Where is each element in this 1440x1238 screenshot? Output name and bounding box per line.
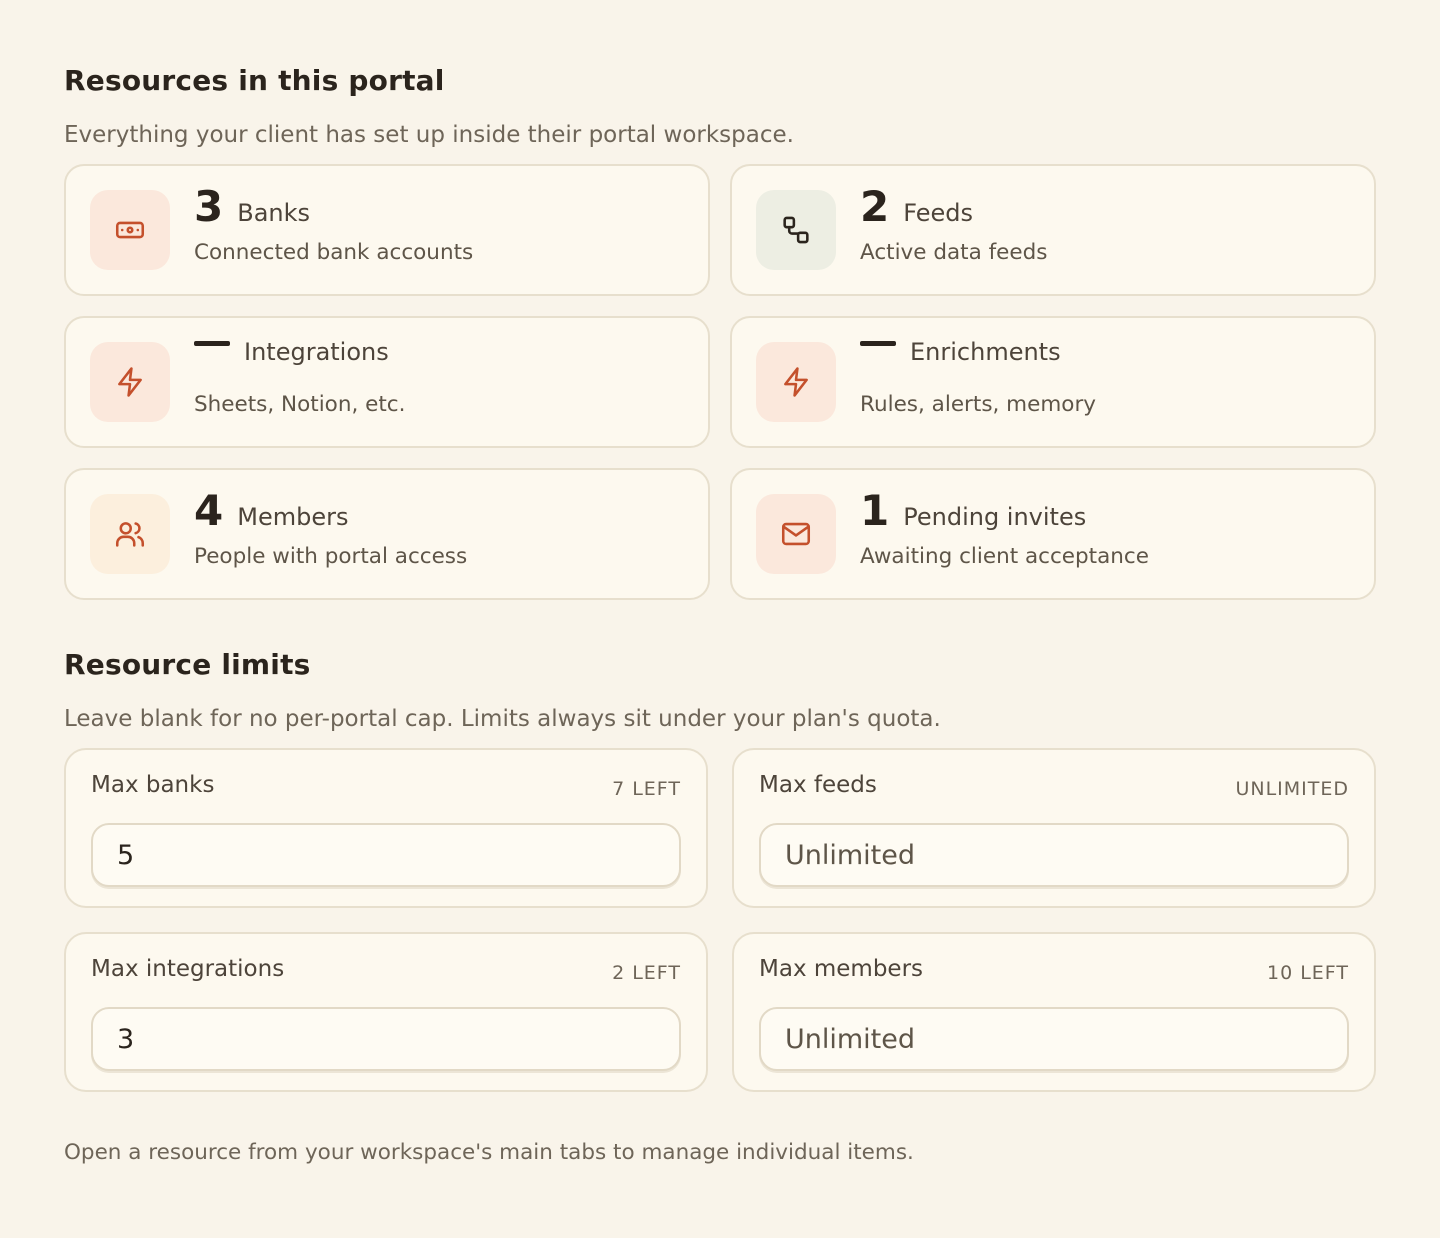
- footer-note: Open a resource from your workspace's ma…: [64, 1140, 914, 1165]
- resource-label: Feeds: [903, 199, 973, 227]
- limits-grid: Max banks 7 LEFT Max feeds UNLIMITED Max…: [64, 748, 1376, 1092]
- resources-grid: 3 Banks Connected bank accounts 2 Feeds …: [64, 164, 1376, 600]
- resource-card-banks: 3 Banks Connected bank accounts: [64, 164, 710, 296]
- limit-label: Max feeds: [759, 772, 877, 798]
- limit-card-integrations: Max integrations 2 LEFT: [64, 932, 708, 1092]
- resource-label: Integrations: [244, 338, 389, 366]
- resource-label: Banks: [237, 199, 311, 227]
- limit-label: Max banks: [91, 772, 215, 798]
- limit-label: Max integrations: [91, 956, 285, 982]
- resource-count: 4: [194, 486, 224, 535]
- max-integrations-input[interactable]: [91, 1007, 681, 1071]
- resource-card-integrations: Integrations Sheets, Notion, etc.: [64, 316, 710, 448]
- limits-title: Resource limits: [64, 648, 311, 681]
- limit-label: Max members: [759, 956, 924, 982]
- resource-label: Members: [237, 503, 349, 531]
- limit-remaining-badge: 10 LEFT: [1266, 962, 1349, 984]
- limit-card-banks: Max banks 7 LEFT: [64, 748, 708, 908]
- max-feeds-input[interactable]: [759, 823, 1349, 887]
- max-banks-input[interactable]: [91, 823, 681, 887]
- resource-count: 1: [860, 486, 890, 535]
- resources-title: Resources in this portal: [64, 64, 445, 97]
- resource-description: Connected bank accounts: [194, 240, 474, 265]
- mail-icon: [756, 494, 836, 574]
- limit-remaining-badge: 2 LEFT: [612, 962, 681, 984]
- zap-icon: [90, 342, 170, 422]
- resource-count: 2: [860, 182, 890, 231]
- resource-description: People with portal access: [194, 544, 468, 569]
- resource-description: Rules, alerts, memory: [860, 392, 1097, 417]
- limit-card-feeds: Max feeds UNLIMITED: [732, 748, 1376, 908]
- empty-count-dash: [194, 341, 230, 346]
- resource-card-members: 4 Members People with portal access: [64, 468, 710, 600]
- workflow-icon: [756, 190, 836, 270]
- limit-remaining-badge: 7 LEFT: [612, 778, 681, 800]
- users-icon: [90, 494, 170, 574]
- empty-count-dash: [860, 341, 896, 346]
- resource-description: Awaiting client acceptance: [860, 544, 1149, 569]
- banknote-icon: [90, 190, 170, 270]
- limit-card-members: Max members 10 LEFT: [732, 932, 1376, 1092]
- max-members-input[interactable]: [759, 1007, 1349, 1071]
- resource-count: 3: [194, 182, 224, 231]
- resource-card-enrichments: Enrichments Rules, alerts, memory: [730, 316, 1376, 448]
- resource-card-feeds: 2 Feeds Active data feeds: [730, 164, 1376, 296]
- resource-label: Enrichments: [910, 338, 1061, 366]
- resource-description: Sheets, Notion, etc.: [194, 392, 406, 417]
- zap-icon: [756, 342, 836, 422]
- limit-remaining-badge: UNLIMITED: [1235, 778, 1349, 800]
- resource-label: Pending invites: [903, 503, 1087, 531]
- resources-subtitle: Everything your client has set up inside…: [64, 122, 794, 148]
- resource-description: Active data feeds: [860, 240, 1048, 265]
- resource-card-pending-invites: 1 Pending invites Awaiting client accept…: [730, 468, 1376, 600]
- limits-subtitle: Leave blank for no per-portal cap. Limit…: [64, 706, 941, 732]
